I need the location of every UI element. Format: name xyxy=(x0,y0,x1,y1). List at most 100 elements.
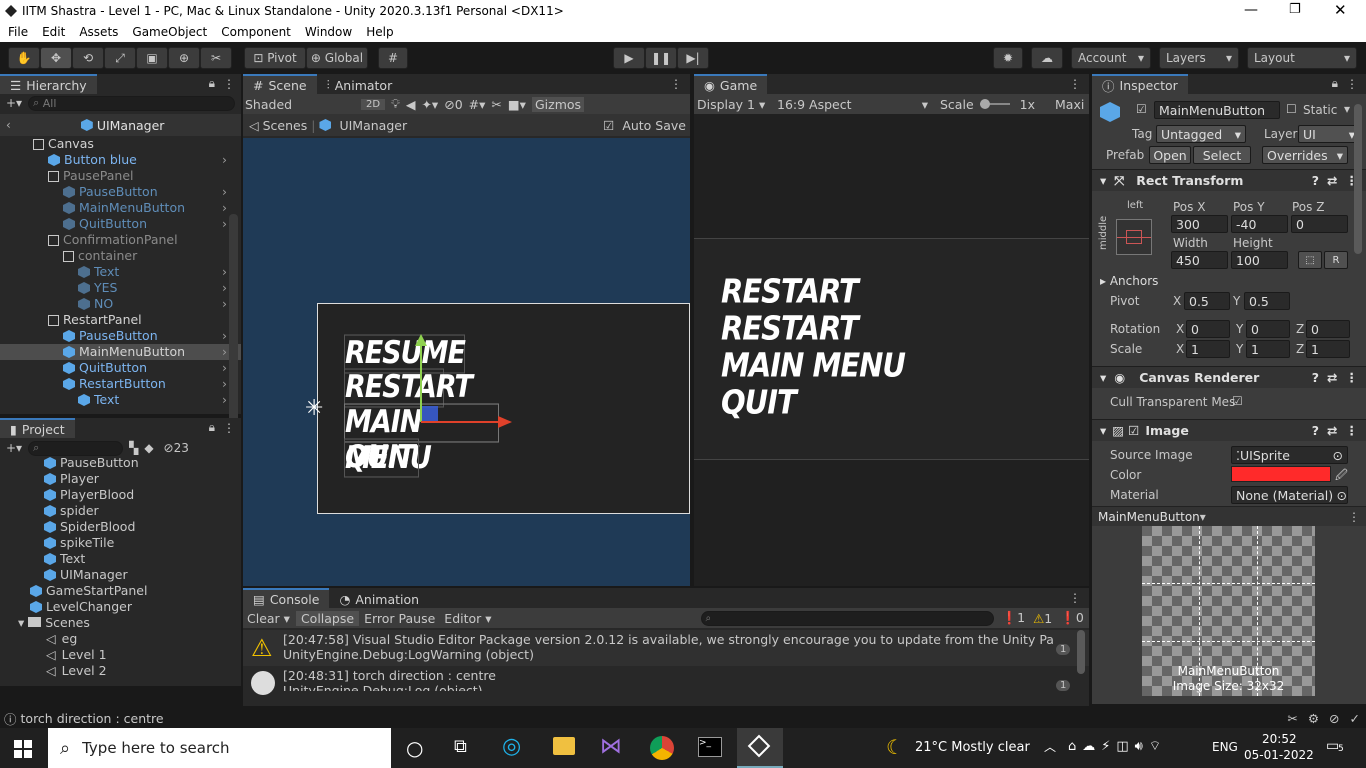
chevron-right-icon[interactable]: › xyxy=(222,328,227,344)
hierarchy-item[interactable]: RestartButton › xyxy=(0,376,241,392)
console-log-entry[interactable]: [20:48:31] torch direction : centre Unit… xyxy=(243,666,1089,698)
rotation-z-field[interactable]: 0 xyxy=(1306,320,1350,338)
scene-button-restart[interactable]: RESTART xyxy=(344,368,473,408)
auto-save-checkbox[interactable]: ☑ xyxy=(603,118,614,133)
hidden-objects-toggle[interactable]: ⊘0 xyxy=(444,97,462,112)
cloud-icon[interactable]: ☁ xyxy=(1031,47,1063,69)
preset-icon[interactable]: ⇄ xyxy=(1327,173,1337,188)
kebab-menu-icon[interactable]: ⋮ xyxy=(1346,423,1359,438)
kebab-menu-icon[interactable]: ⋮ xyxy=(1346,370,1359,385)
hierarchy-item[interactable]: Text › xyxy=(0,392,241,408)
tab-animation[interactable]: ◔ Animation xyxy=(329,588,430,608)
kebab-menu-icon[interactable]: ⋮ xyxy=(223,421,235,435)
hierarchy-item[interactable]: PauseButton › xyxy=(0,328,241,344)
add-icon[interactable]: +▾ xyxy=(6,441,22,455)
eyedropper-icon[interactable]: 🖉︎ xyxy=(1335,466,1348,487)
hierarchy-item[interactable]: PausePanel xyxy=(0,168,241,184)
error-toggle[interactable]: ❗0 xyxy=(1060,610,1084,626)
menu-assets[interactable]: Assets xyxy=(79,25,118,39)
scrollbar[interactable] xyxy=(1077,630,1085,674)
2d-toggle[interactable]: 2D xyxy=(361,98,386,110)
transform-tool-icon[interactable]: ⊕ xyxy=(168,47,200,69)
pos-x-field[interactable]: 300 xyxy=(1171,215,1228,233)
layers-dropdown[interactable]: Layers ▾ xyxy=(1159,47,1239,69)
pos-y-field[interactable]: -40 xyxy=(1231,215,1288,233)
lock-icon[interactable]: 🔒︎ xyxy=(209,76,215,91)
hierarchy-item[interactable]: PauseButton › xyxy=(0,184,241,200)
material-field[interactable]: None (Material) ⊙ xyxy=(1231,486,1348,504)
project-item[interactable]: spikeTile xyxy=(0,535,241,551)
tab-game[interactable]: ◉ Game xyxy=(694,74,768,94)
rect-tool-icon[interactable]: ▣ xyxy=(136,47,168,69)
game-button-quit[interactable]: QUIT xyxy=(721,382,797,421)
object-picker-icon[interactable]: ⊙ xyxy=(1337,488,1347,503)
hidden-count[interactable]: ⊘23 xyxy=(164,441,189,455)
move-gizmo-x-arrow[interactable] xyxy=(421,421,501,423)
scene-viewport[interactable]: RESUME RESTART MAIN MENU QUIT ✳ xyxy=(243,138,690,586)
collapse-toggle[interactable]: Collapse xyxy=(295,610,360,626)
step-button[interactable]: ▶| xyxy=(677,47,709,69)
global-toggle[interactable]: ⊕ Global xyxy=(306,47,368,69)
back-arrow-icon[interactable]: ‹ xyxy=(6,118,11,132)
scenes-folder[interactable]: ▾ Scenes xyxy=(0,615,241,631)
kebab-menu-icon[interactable]: ⋮ xyxy=(1069,591,1081,605)
image-enabled-checkbox[interactable]: ☑ xyxy=(1128,423,1139,438)
layout-dropdown[interactable]: Layout ▾ xyxy=(1247,47,1357,69)
effects-icon[interactable]: ✦▾ xyxy=(421,97,438,112)
tab-project[interactable]: ▮ Project xyxy=(0,418,75,438)
tag-dropdown[interactable]: Untagged ▾ xyxy=(1156,125,1246,143)
cortana-icon[interactable]: ○ xyxy=(406,736,423,760)
file-explorer-icon[interactable] xyxy=(553,737,575,755)
filter-type-icon[interactable]: ▚ xyxy=(129,441,138,455)
account-dropdown[interactable]: Account ▾ xyxy=(1071,47,1151,69)
scene-asset[interactable]: ◁Level 3 xyxy=(0,679,241,681)
minimize-button[interactable]: — xyxy=(1244,2,1258,18)
console-log-entry[interactable]: ⚠ [20:47:58] Visual Studio Editor Packag… xyxy=(243,630,1089,666)
gizmos-dropdown[interactable]: Gizmos xyxy=(531,96,585,112)
play-button[interactable]: ▶ xyxy=(613,47,645,69)
grid-toggle-icon[interactable]: #▾ xyxy=(469,97,486,112)
rect-transform-header[interactable]: ▾ ⤧ Rect Transform ? ⇄ ⋮ xyxy=(1092,169,1366,191)
cull-transparent-checkbox[interactable]: ☑ xyxy=(1232,394,1243,408)
auto-generate-icon[interactable]: ⊘ xyxy=(1329,711,1339,726)
canvas-renderer-header[interactable]: ▾ ◉ Canvas Renderer ? ⇄ ⋮ xyxy=(1092,366,1366,388)
menu-help[interactable]: Help xyxy=(366,25,393,39)
terminal-icon[interactable]: >_ xyxy=(698,737,722,757)
prefab-overrides-dropdown[interactable]: Overrides ▾ xyxy=(1262,146,1348,164)
kebab-menu-icon[interactable]: ⋮ xyxy=(1348,510,1360,524)
project-item[interactable]: GameStartPanel xyxy=(0,583,241,599)
scene-asset[interactable]: ◁ Level 2 xyxy=(0,663,241,679)
raw-edit-button[interactable]: R xyxy=(1324,251,1348,269)
chevron-right-icon[interactable]: › xyxy=(222,200,227,216)
menu-edit[interactable]: Edit xyxy=(42,25,65,39)
hierarchy-item[interactable]: YES › xyxy=(0,280,241,296)
chevron-right-icon[interactable]: › xyxy=(222,264,227,280)
debug-icon[interactable]: ✂ xyxy=(1287,711,1297,726)
lock-icon[interactable]: 🔒︎ xyxy=(1332,76,1338,91)
hierarchy-item[interactable]: MainMenuButton › xyxy=(0,344,241,360)
pos-z-field[interactable]: 0 xyxy=(1291,215,1348,233)
help-icon[interactable]: ? xyxy=(1312,173,1319,188)
tab-scene[interactable]: # Scene xyxy=(243,74,317,94)
pivot-x-field[interactable]: 0.5 xyxy=(1184,292,1230,310)
scale-y-field[interactable]: 1 xyxy=(1246,340,1290,358)
menu-gameobject[interactable]: GameObject xyxy=(132,25,207,39)
menu-window[interactable]: Window xyxy=(305,25,352,39)
color-swatch[interactable] xyxy=(1231,466,1331,482)
layer-dropdown[interactable]: UI ▾ xyxy=(1298,125,1360,143)
task-view-icon[interactable]: ⧉ xyxy=(454,736,467,757)
clear-button[interactable]: Clear ▾ xyxy=(243,611,294,626)
edge-icon[interactable]: ◎ xyxy=(502,734,521,759)
anchors-foldout[interactable]: ▸ Anchors xyxy=(1100,274,1158,288)
project-item[interactable]: PauseButton xyxy=(0,455,241,471)
chevron-right-icon[interactable]: › xyxy=(222,344,227,360)
windows-start-icon[interactable] xyxy=(14,740,32,758)
scrollbar[interactable] xyxy=(1354,104,1362,254)
tab-inspector[interactable]: ⓘ Inspector xyxy=(1092,74,1188,94)
progress-icon[interactable]: ⚙ xyxy=(1308,711,1319,726)
scene-asset[interactable]: ◁ Level 1 xyxy=(0,647,241,663)
project-item[interactable]: LevelChanger xyxy=(0,599,241,615)
width-field[interactable]: 450 xyxy=(1171,251,1228,269)
chevron-right-icon[interactable]: › xyxy=(222,360,227,376)
chevron-right-icon[interactable]: › xyxy=(222,376,227,392)
